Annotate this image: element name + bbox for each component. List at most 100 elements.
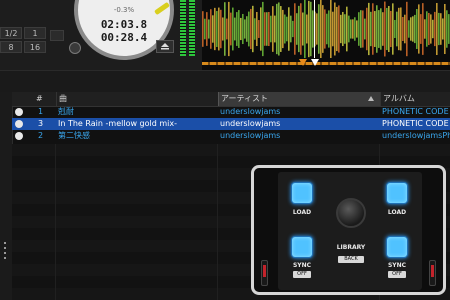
loop-size-button[interactable]: 1/2 [0,27,22,39]
waveform-segment [370,11,372,47]
right-side-indicator [429,260,436,286]
waveform-segment [258,20,260,38]
waveform-segment [320,0,322,58]
waveform-segment [420,14,422,44]
track-album: underslowjamsPho [382,131,450,140]
waveform-segment [444,3,446,55]
track-number: 3 [38,119,44,128]
waveform-segment [350,19,352,39]
track-artist: underslowjams [220,131,281,140]
waveform-segment [354,17,356,41]
waveform-segment [268,11,270,47]
loop-size-button[interactable]: 16 [24,41,46,53]
waveform-segment [336,6,338,52]
table-row[interactable]: 2 第二快感 underslowjams underslowjamsPho [12,130,450,142]
waveform-playhead [314,0,315,58]
waveform-segment [250,8,252,50]
resize-grip-icon[interactable] [4,242,6,260]
timeline-bar [202,62,450,65]
waveform-segment [340,14,342,44]
waveform-segment [438,12,440,46]
eject-icon [161,43,169,50]
sync-left-button[interactable] [291,236,313,258]
load-right-button[interactable] [386,182,408,204]
waveform-segment [240,17,242,41]
waveform-segment [304,0,306,58]
table-row-selected[interactable]: 3 In The Rain -mellow gold mix- underslo… [12,118,450,130]
sync-left-off-button[interactable]: OFF [293,271,311,278]
waveform-segment [232,7,234,51]
cue-marker-icon[interactable] [299,59,307,66]
column-divider [55,144,56,300]
loop-size-button[interactable]: 1 [24,27,46,39]
waveform-segment [400,7,402,51]
sync-right-off-button[interactable]: OFF [388,271,406,278]
waveform-segment [358,12,360,46]
waveform-segment [432,19,434,39]
waveform-segment [312,10,314,48]
waveform-segment [292,20,294,38]
waveform-segment [352,19,354,39]
waveform-segment [252,5,254,53]
header-album[interactable]: アルバム [380,92,450,106]
waveform-segment [260,7,262,51]
track-title: In The Rain -mellow gold mix- [58,119,177,128]
track-album: PHONETIC CODE [382,107,449,116]
waveform-segment [294,3,296,55]
waveform-segment [378,10,380,48]
deck-option-button[interactable] [50,30,64,41]
waveform-segment [222,17,224,41]
waveform-segment [342,11,344,47]
waveform-segment [298,5,300,53]
eject-button[interactable] [156,40,174,53]
waveform-segment [262,1,264,57]
waveform-segment [402,16,404,42]
waveform-segment [246,16,248,42]
waveform-display[interactable] [202,0,450,58]
waveform-segment [346,6,348,52]
controller-panel: LOAD LOAD LIBRARY BACK SYNC OFF SYNC OFF [278,172,422,290]
playhead-marker-icon[interactable] [311,59,319,66]
waveform-segment [424,19,426,39]
waveform-segment [388,5,390,53]
waveform-segment [408,20,410,38]
track-title: 剋耐 [58,107,74,116]
vu-meter [180,0,196,56]
header-icon-column[interactable] [12,92,34,106]
deck-panel: 1/2 1 8 16 -0.3% 02:03.8 00:28.4 [0,0,450,70]
header-number[interactable]: # [34,92,52,106]
waveform-segment [290,15,292,43]
waveform-segment [302,12,304,46]
waveform-segment [286,16,288,42]
sync-icon[interactable] [69,42,81,54]
table-row[interactable]: 1 剋耐 underslowjams PHONETIC CODE [12,106,450,118]
library-browse-knob[interactable] [336,198,366,228]
waveform-segment [226,18,228,40]
loop-size-button[interactable]: 8 [0,41,22,53]
sync-right-label: SYNC [387,262,407,269]
waveform-segment [234,17,236,41]
waveform-segment [430,14,432,44]
waveform-segment [324,9,326,49]
load-left-button[interactable] [291,182,313,204]
waveform-segment [338,5,340,53]
track-timeline[interactable] [202,58,450,70]
waveform-segment [282,9,284,49]
waveform-segment [394,19,396,39]
waveform-segment [442,18,444,40]
waveform-segment [360,10,362,48]
waveform-segment [212,15,214,43]
waveform-segment [272,6,274,52]
waveform-segment [366,7,368,51]
sort-ascending-icon [368,96,374,101]
waveform-segment [362,10,364,48]
waveform-segment [376,5,378,53]
elapsed-time: 02:03.8 [100,18,148,31]
waveform-segment [418,4,420,54]
back-button[interactable]: BACK [338,256,364,263]
waveform-segment [316,13,318,45]
sync-right-button[interactable] [386,236,408,258]
header-artist[interactable]: アーティスト [218,92,380,106]
header-title[interactable]: 曲 [56,92,218,106]
track-status-icon [15,120,23,128]
